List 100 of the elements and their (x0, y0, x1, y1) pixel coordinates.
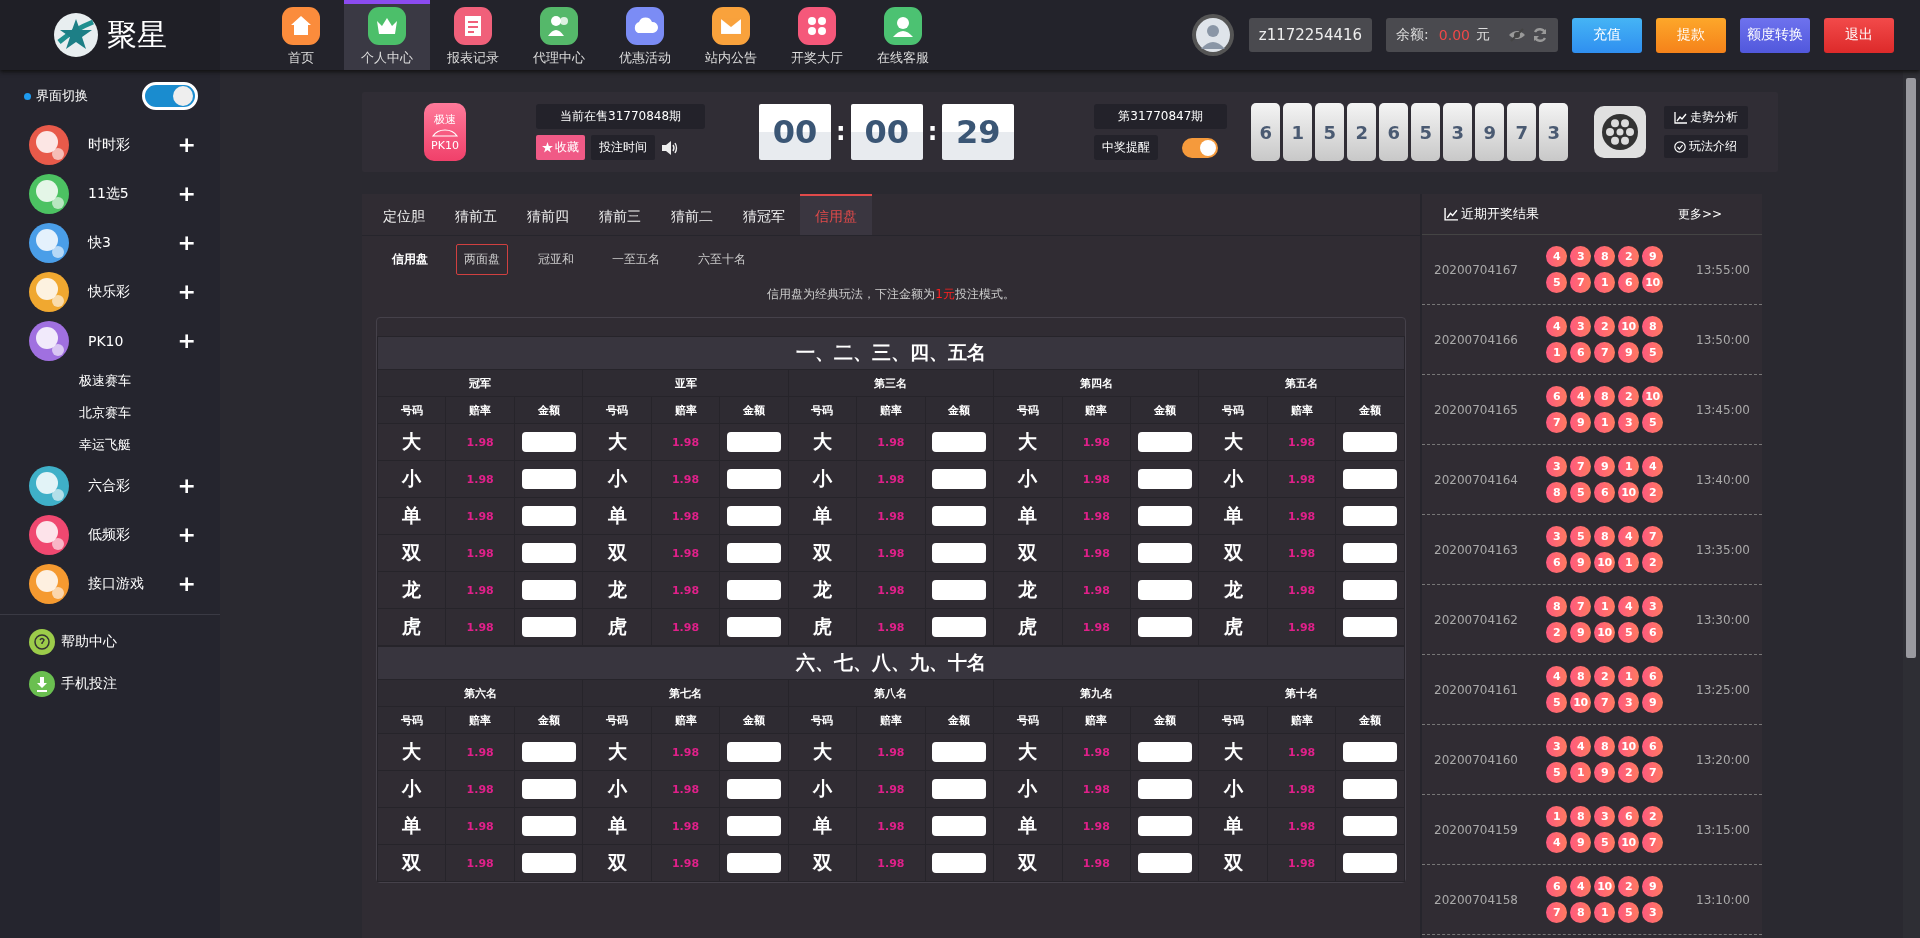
amount-input[interactable] (932, 432, 987, 452)
nav-item[interactable]: 开奖大厅 (774, 0, 860, 70)
amount-input[interactable] (521, 816, 576, 836)
sub-tab[interactable]: 冠亚和 (530, 243, 582, 275)
amount-input[interactable] (521, 617, 576, 637)
nav-item[interactable]: 代理中心 (516, 0, 602, 70)
amount-input[interactable] (521, 506, 576, 526)
amount-input[interactable] (1343, 779, 1398, 799)
win-alert-toggle[interactable] (1182, 137, 1219, 158)
subcategory-item[interactable]: 极速赛车 (0, 365, 220, 397)
expand-sign[interactable]: + (177, 328, 196, 353)
expand-sign[interactable]: + (177, 181, 196, 206)
play-tab[interactable]: 定位胆 (368, 194, 440, 235)
amount-input[interactable] (932, 543, 987, 563)
amount-input[interactable] (727, 506, 781, 526)
nav-item[interactable]: 站内公告 (688, 0, 774, 70)
amount-input[interactable] (932, 816, 987, 836)
amount-input[interactable] (521, 779, 576, 799)
bet-time-button[interactable]: 投注时间 (591, 135, 655, 160)
scrollbar[interactable] (1903, 70, 1920, 938)
revolver-drum-icon[interactable] (1594, 106, 1647, 158)
subcategory-item[interactable]: 幸运飞艇 (0, 429, 220, 461)
amount-input[interactable] (727, 469, 781, 489)
amount-input[interactable] (932, 779, 987, 799)
eye-hidden-icon[interactable] (1508, 28, 1526, 42)
action-button[interactable]: 退出 (1824, 17, 1894, 53)
amount-input[interactable] (1137, 816, 1192, 836)
subcategory-item[interactable]: 北京赛车 (0, 397, 220, 429)
sidebar-link[interactable]: 帮助中心 (61, 633, 117, 651)
amount-input[interactable] (521, 543, 576, 563)
category-label[interactable]: 11选5 (88, 184, 129, 203)
amount-input[interactable] (1343, 816, 1398, 836)
amount-input[interactable] (521, 580, 576, 600)
amount-input[interactable] (1343, 853, 1398, 873)
nav-item[interactable]: 首页 (258, 0, 344, 70)
amount-input[interactable] (932, 580, 987, 600)
amount-input[interactable] (727, 543, 781, 563)
amount-input[interactable] (521, 432, 576, 452)
expand-sign[interactable]: + (177, 230, 196, 255)
expand-sign[interactable]: + (177, 132, 196, 157)
category-label[interactable]: PK10 (88, 332, 124, 349)
category-label[interactable]: 六合彩 (88, 476, 130, 495)
amount-input[interactable] (727, 779, 781, 799)
amount-input[interactable] (1343, 617, 1398, 637)
amount-input[interactable] (1137, 853, 1192, 873)
amount-input[interactable] (521, 469, 576, 489)
expand-sign[interactable]: + (177, 522, 196, 547)
amount-input[interactable] (727, 580, 781, 600)
expand-sign[interactable]: + (177, 571, 196, 596)
sidebar-link[interactable]: 手机投注 (61, 675, 117, 693)
amount-input[interactable] (932, 469, 987, 489)
play-tab[interactable]: 猜前五 (440, 194, 512, 235)
play-tab[interactable]: 猜冠军 (728, 194, 800, 235)
sub-tab[interactable]: 两面盘 (456, 243, 508, 275)
sub-tab[interactable]: 六至十名 (690, 243, 754, 275)
action-button[interactable]: 额度转换 (1740, 17, 1810, 53)
interface-toggle[interactable] (142, 82, 198, 110)
amount-input[interactable] (1137, 543, 1192, 563)
category-label[interactable]: 快乐彩 (88, 282, 130, 301)
amount-input[interactable] (1137, 742, 1192, 762)
amount-input[interactable] (1137, 432, 1192, 452)
amount-input[interactable] (521, 853, 576, 873)
category-label[interactable]: 快3 (88, 233, 111, 252)
speaker-icon[interactable] (661, 139, 679, 156)
amount-input[interactable] (932, 742, 987, 762)
amount-input[interactable] (1137, 779, 1192, 799)
amount-input[interactable] (1343, 580, 1398, 600)
nav-item[interactable]: 个人中心 (344, 0, 430, 70)
amount-input[interactable] (727, 742, 781, 762)
amount-input[interactable] (727, 617, 781, 637)
sub-tab[interactable]: 一至五名 (604, 243, 668, 275)
amount-input[interactable] (727, 816, 781, 836)
amount-input[interactable] (932, 506, 987, 526)
amount-input[interactable] (1343, 543, 1398, 563)
amount-input[interactable] (1343, 506, 1398, 526)
game-link[interactable]: 走势分析 (1664, 106, 1749, 129)
amount-input[interactable] (521, 742, 576, 762)
category-label[interactable]: 低频彩 (88, 525, 130, 544)
amount-input[interactable] (727, 853, 781, 873)
expand-sign[interactable]: + (177, 279, 196, 304)
nav-item[interactable]: 优惠活动 (602, 0, 688, 70)
nav-item[interactable]: 在线客服 (860, 0, 946, 70)
category-label[interactable]: 时时彩 (88, 135, 130, 154)
avatar-icon[interactable] (1190, 13, 1235, 57)
amount-input[interactable] (1137, 506, 1192, 526)
category-label[interactable]: 接口游戏 (88, 574, 144, 593)
amount-input[interactable] (1343, 742, 1398, 762)
more-link[interactable]: 更多>> (1677, 205, 1722, 223)
amount-input[interactable] (1137, 469, 1192, 489)
play-tab[interactable]: 猜前二 (656, 194, 728, 235)
amount-input[interactable] (1137, 617, 1192, 637)
nav-item[interactable]: 报表记录 (430, 0, 516, 70)
play-tab[interactable]: 猜前三 (584, 194, 656, 235)
amount-input[interactable] (1137, 580, 1192, 600)
refresh-icon[interactable] (1532, 27, 1548, 43)
amount-input[interactable] (932, 617, 987, 637)
amount-input[interactable] (727, 432, 781, 452)
amount-input[interactable] (1343, 432, 1398, 452)
amount-input[interactable] (1343, 469, 1398, 489)
game-link[interactable]: 玩法介绍 (1664, 135, 1749, 158)
